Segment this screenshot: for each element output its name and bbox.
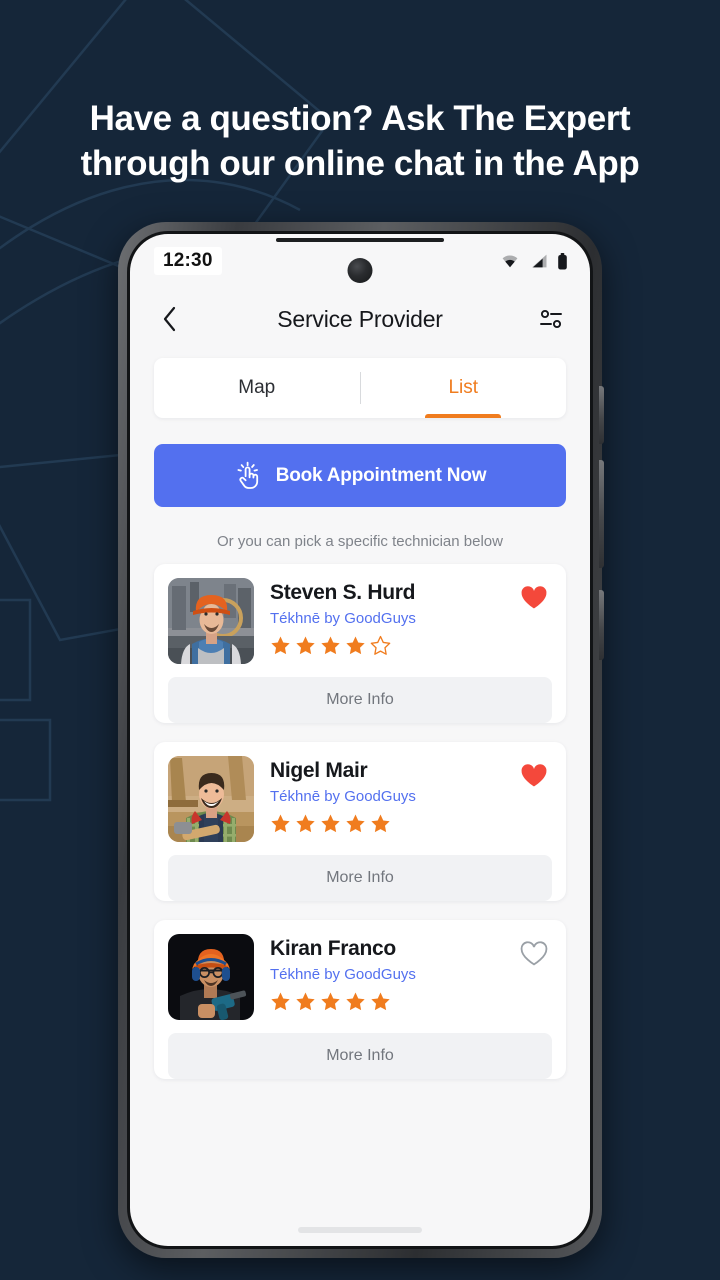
volume-up-button[interactable] — [599, 460, 604, 568]
tab-list-label: List — [448, 377, 479, 398]
provider-name: Kiran Franco — [270, 937, 396, 960]
status-bar-icons — [500, 252, 568, 270]
book-appointment-button[interactable]: Book Appointment Now — [154, 444, 566, 507]
provider-card[interactable]: Steven S. Hurd Tékhnē by GoodGuys More I… — [154, 564, 566, 723]
wifi-icon — [502, 255, 518, 268]
provider-info: Steven S. Hurd Tékhnē by GoodGuys — [270, 578, 552, 656]
star-filled-icon — [296, 636, 315, 655]
star-filled-icon — [296, 814, 315, 833]
provider-info: Nigel Mair Tékhnē by GoodGuys — [270, 756, 552, 834]
book-appointment-label: Book Appointment Now — [275, 464, 487, 486]
cellular-signal-icon — [532, 254, 547, 268]
phone-bezel: 12:30 Service Provider Map List Book App… — [127, 231, 593, 1249]
more-info-button[interactable]: More Info — [168, 1033, 552, 1079]
headline-line-2: through our online chat in the App — [80, 144, 640, 183]
filter-settings-icon — [540, 309, 562, 329]
provider-card[interactable]: Kiran Franco Tékhnē by GoodGuys More Inf… — [154, 920, 566, 1079]
star-filled-icon — [371, 814, 390, 833]
more-info-label: More Info — [326, 1047, 394, 1064]
favorite-button[interactable] — [518, 582, 550, 614]
heart-filled-icon — [521, 764, 547, 787]
provider-company[interactable]: Tékhnē by GoodGuys — [270, 610, 552, 627]
star-filled-icon — [321, 636, 340, 655]
volume-down-button[interactable] — [599, 590, 604, 660]
star-filled-icon — [271, 814, 290, 833]
phone-mockup-frame: 12:30 Service Provider Map List Book App… — [118, 222, 602, 1258]
view-mode-tabs: Map List — [154, 358, 566, 418]
app-header: Service Provider — [130, 288, 590, 350]
avatar-image-nigel — [168, 756, 254, 842]
star-filled-icon — [371, 992, 390, 1011]
avatar — [168, 578, 254, 664]
provider-info: Kiran Franco Tékhnē by GoodGuys — [270, 934, 552, 1012]
avatar-image-steven — [168, 578, 254, 664]
more-info-button[interactable]: More Info — [168, 677, 552, 723]
status-bar-clock: 12:30 — [154, 247, 222, 275]
provider-name: Nigel Mair — [270, 759, 368, 782]
avatar — [168, 756, 254, 842]
heart-filled-icon — [521, 586, 547, 609]
provider-company[interactable]: Tékhnē by GoodGuys — [270, 788, 552, 805]
star-filled-icon — [346, 992, 365, 1011]
battery-icon — [558, 252, 567, 269]
rating-stars — [270, 635, 552, 656]
provider-list: Steven S. Hurd Tékhnē by GoodGuys More I… — [130, 564, 590, 1079]
star-filled-icon — [271, 636, 290, 655]
provider-card-header: Nigel Mair Tékhnē by GoodGuys — [168, 756, 552, 842]
power-button[interactable] — [599, 386, 604, 444]
rating-stars — [270, 991, 552, 1012]
avatar — [168, 934, 254, 1020]
star-filled-icon — [321, 814, 340, 833]
promo-headline: Have a question? Ask The Expert through … — [0, 96, 720, 186]
more-info-label: More Info — [326, 869, 394, 886]
tap-hand-icon — [237, 461, 258, 489]
star-filled-icon — [271, 992, 290, 1011]
favorite-button[interactable] — [518, 938, 550, 970]
provider-company[interactable]: Tékhnē by GoodGuys — [270, 966, 552, 983]
provider-card-header: Steven S. Hurd Tékhnē by GoodGuys — [168, 578, 552, 664]
provider-card[interactable]: Nigel Mair Tékhnē by GoodGuys More Info — [154, 742, 566, 901]
technician-pick-hint: Or you can pick a specific technician be… — [217, 533, 503, 550]
star-filled-icon — [296, 992, 315, 1011]
more-info-button[interactable]: More Info — [168, 855, 552, 901]
provider-card-header: Kiran Franco Tékhnē by GoodGuys — [168, 934, 552, 1020]
heart-outline-icon — [520, 941, 548, 966]
more-info-label: More Info — [326, 691, 394, 708]
tab-map-label: Map — [238, 377, 276, 398]
provider-name: Steven S. Hurd — [270, 581, 416, 604]
star-filled-icon — [321, 992, 340, 1011]
avatar-image-kiran — [168, 934, 254, 1020]
front-camera-punch-hole — [347, 258, 373, 283]
star-filled-icon — [346, 814, 365, 833]
tab-map[interactable]: Map — [154, 358, 360, 418]
home-indicator[interactable] — [298, 1227, 422, 1233]
phone-screen: 12:30 Service Provider Map List Book App… — [130, 234, 590, 1246]
rating-stars — [270, 813, 552, 834]
star-filled-icon — [346, 636, 365, 655]
star-empty-icon — [370, 635, 391, 655]
tab-list[interactable]: List — [361, 358, 567, 418]
filter-settings-button[interactable] — [534, 302, 568, 336]
favorite-button[interactable] — [518, 760, 550, 792]
headline-line-1: Have a question? Ask The Expert — [89, 99, 631, 138]
page-title: Service Provider — [277, 305, 443, 332]
